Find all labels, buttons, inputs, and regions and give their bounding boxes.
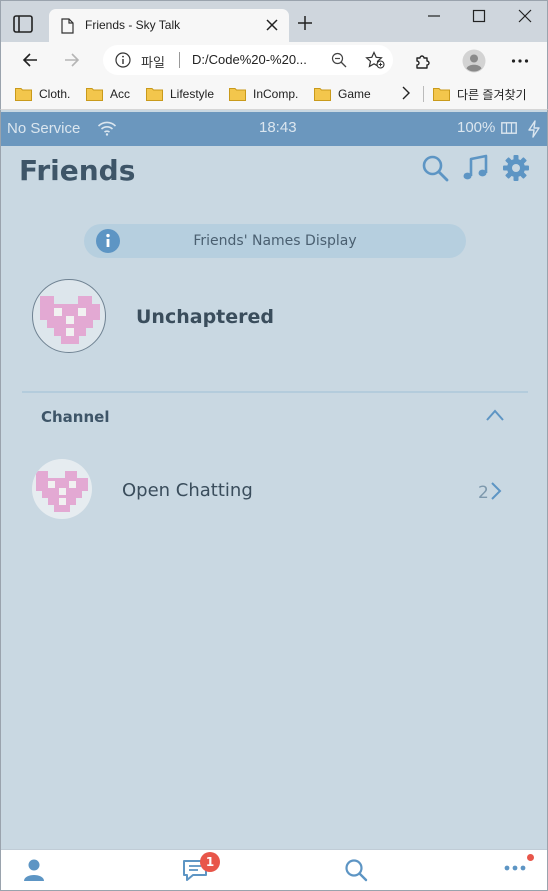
extensions-icon[interactable] xyxy=(413,51,433,71)
chevron-up-icon[interactable] xyxy=(485,408,505,422)
folder-icon xyxy=(15,88,32,101)
close-tab-icon[interactable] xyxy=(265,18,279,32)
info-banner[interactable]: Friends' Names Display xyxy=(84,224,466,258)
other-bookmarks-folder[interactable]: 다른 즐겨찾기 xyxy=(433,84,527,104)
folder-icon xyxy=(314,88,331,101)
bookmark-folder[interactable]: Acc xyxy=(86,84,130,104)
channel-count: 2 xyxy=(478,483,489,503)
folder-icon xyxy=(86,88,103,101)
carrier-text: No Service xyxy=(7,120,81,137)
url-separator xyxy=(179,52,180,68)
page-title: Friends xyxy=(19,154,136,187)
browser-tab[interactable]: Friends - Sky Talk xyxy=(49,9,289,43)
battery-text: 100% xyxy=(457,119,496,136)
bookmark-folder[interactable]: Lifestyle xyxy=(146,84,214,104)
search-tab-icon[interactable] xyxy=(344,858,368,882)
pixel-heart-avatar xyxy=(36,471,88,512)
maximize-icon[interactable] xyxy=(472,9,486,23)
forward-arrow-icon[interactable] xyxy=(63,51,81,69)
pixel-heart-avatar xyxy=(40,296,100,344)
tab-title: Friends - Sky Talk xyxy=(85,18,181,32)
bookmark-folder[interactable]: InComp. xyxy=(229,84,298,104)
url-field[interactable]: 파일 D:/Code%20-%20... xyxy=(103,45,393,75)
bookmark-label: Lifestyle xyxy=(170,87,215,101)
chevron-right-icon[interactable] xyxy=(401,86,411,100)
back-arrow-icon[interactable] xyxy=(21,51,39,69)
browser-tab-bar: Friends - Sky Talk xyxy=(0,0,548,43)
section-divider xyxy=(22,391,528,393)
folder-icon xyxy=(229,88,246,101)
section-title: Channel xyxy=(41,408,110,426)
close-window-icon[interactable] xyxy=(518,9,532,23)
app-viewport: No Service 18:43 100% Friends Friends' N… xyxy=(0,110,548,891)
gear-icon[interactable] xyxy=(502,154,530,182)
tab-actions-icon[interactable] xyxy=(13,15,33,33)
url-scheme: 파일 xyxy=(141,56,165,71)
folder-icon xyxy=(146,88,163,101)
status-bar: No Service 18:43 100% xyxy=(1,112,547,146)
bookmark-folder[interactable]: Cloth. xyxy=(15,84,70,104)
bookmark-label: Acc xyxy=(110,87,131,101)
clock-text: 18:43 xyxy=(259,119,297,136)
bookmark-label: Game xyxy=(338,87,371,101)
address-toolbar: 파일 D:/Code%20-%20... xyxy=(0,42,548,78)
wifi-icon xyxy=(97,121,117,136)
bookmark-label: Cloth. xyxy=(39,87,71,101)
channel-avatar xyxy=(32,459,92,519)
new-tab-icon[interactable] xyxy=(297,15,313,31)
notification-dot xyxy=(527,854,534,861)
more-options-icon[interactable] xyxy=(511,58,529,64)
info-icon[interactable] xyxy=(115,52,131,68)
banner-text: Friends' Names Display xyxy=(193,233,357,249)
url-text[interactable]: D:/Code%20-%20... xyxy=(192,52,307,67)
folder-icon xyxy=(433,88,450,101)
page-icon xyxy=(61,18,74,34)
profile-name[interactable]: Unchaptered xyxy=(136,306,274,328)
zoom-out-icon[interactable] xyxy=(331,52,347,68)
music-note-icon[interactable] xyxy=(461,154,489,182)
bookmarks-bar: Cloth. Acc Lifestyle InComp. Game 다른 즐겨찾… xyxy=(0,78,548,110)
my-profile-avatar[interactable] xyxy=(32,279,106,353)
bookmark-separator xyxy=(423,86,424,102)
profile-avatar-icon[interactable] xyxy=(462,49,486,73)
bookmark-label: 다른 즐겨찾기 xyxy=(457,87,527,102)
channel-name: Open Chatting xyxy=(122,480,253,501)
charging-icon xyxy=(528,120,540,138)
more-tab-icon[interactable] xyxy=(504,864,526,872)
battery-icon xyxy=(501,122,517,134)
unread-badge: 1 xyxy=(200,852,220,872)
channel-item[interactable]: Open Chatting 2 xyxy=(1,454,547,526)
bottom-nav: 1 xyxy=(1,849,547,890)
minimize-icon[interactable] xyxy=(427,9,441,23)
add-favorite-icon[interactable] xyxy=(365,51,385,69)
search-icon[interactable] xyxy=(421,154,449,182)
friends-tab-icon[interactable] xyxy=(23,858,45,882)
chevron-right-icon xyxy=(491,482,502,500)
bookmark-label: InComp. xyxy=(253,87,299,101)
bookmark-folder[interactable]: Game xyxy=(314,84,371,104)
